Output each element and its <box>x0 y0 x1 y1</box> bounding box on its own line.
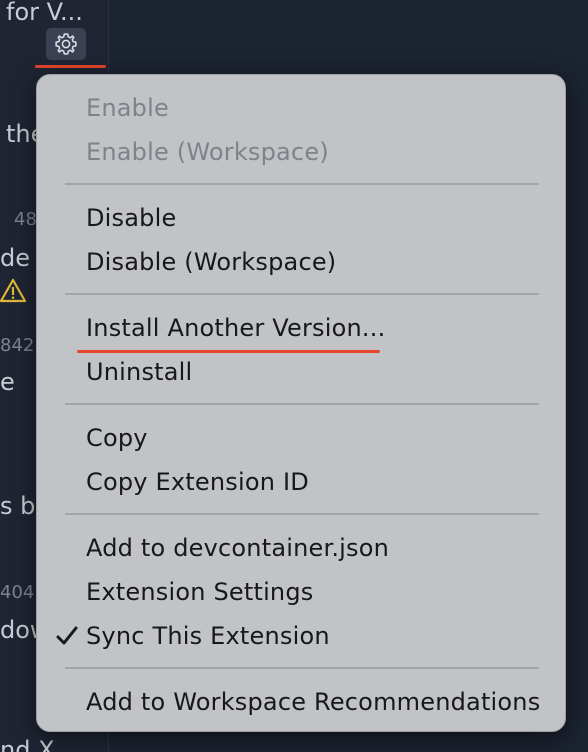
extension-context-menu: Enable Enable (Workspace) Disable Disabl… <box>36 74 566 732</box>
menu-item-sync-this-extension[interactable]: Sync This Extension <box>86 616 330 656</box>
extension-description-fragment: e <box>0 368 15 396</box>
gear-icon <box>55 33 77 55</box>
warning-icon <box>0 278 26 303</box>
menu-item-install-another-version[interactable]: Install Another Version... <box>86 308 385 348</box>
menu-item-enable-workspace: Enable (Workspace) <box>86 138 329 166</box>
install-count-fragment: 404 <box>0 582 35 603</box>
menu-separator <box>65 183 539 185</box>
menu-separator <box>65 403 539 405</box>
menu-item-add-to-workspace-recommendations[interactable]: Add to Workspace Recommendations <box>86 682 540 722</box>
menu-item-enable: Enable <box>86 94 169 122</box>
install-count-fragment: 48 <box>14 209 37 230</box>
install-count-fragment: 842 <box>0 335 35 356</box>
menu-item-copy[interactable]: Copy <box>86 418 148 458</box>
menu-separator <box>65 513 539 515</box>
menu-item-uninstall[interactable]: Uninstall <box>86 352 192 392</box>
menu-item-copy-extension-id[interactable]: Copy Extension ID <box>86 462 309 502</box>
extension-title-fragment[interactable]: for V... <box>6 0 83 26</box>
checkmark-icon <box>56 626 78 645</box>
gear-highlight-underline <box>35 65 106 68</box>
menu-item-disable-workspace[interactable]: Disable (Workspace) <box>86 242 336 282</box>
menu-item-add-to-devcontainer[interactable]: Add to devcontainer.json <box>86 528 389 568</box>
menu-separator <box>65 667 539 669</box>
menu-separator <box>65 293 539 295</box>
extension-title-fragment[interactable]: nd X <box>0 736 55 752</box>
manage-gear-button[interactable] <box>46 28 86 60</box>
menu-item-disable[interactable]: Disable <box>86 198 176 238</box>
extension-title-fragment[interactable]: de <box>0 244 30 272</box>
menu-item-extension-settings[interactable]: Extension Settings <box>86 572 314 612</box>
